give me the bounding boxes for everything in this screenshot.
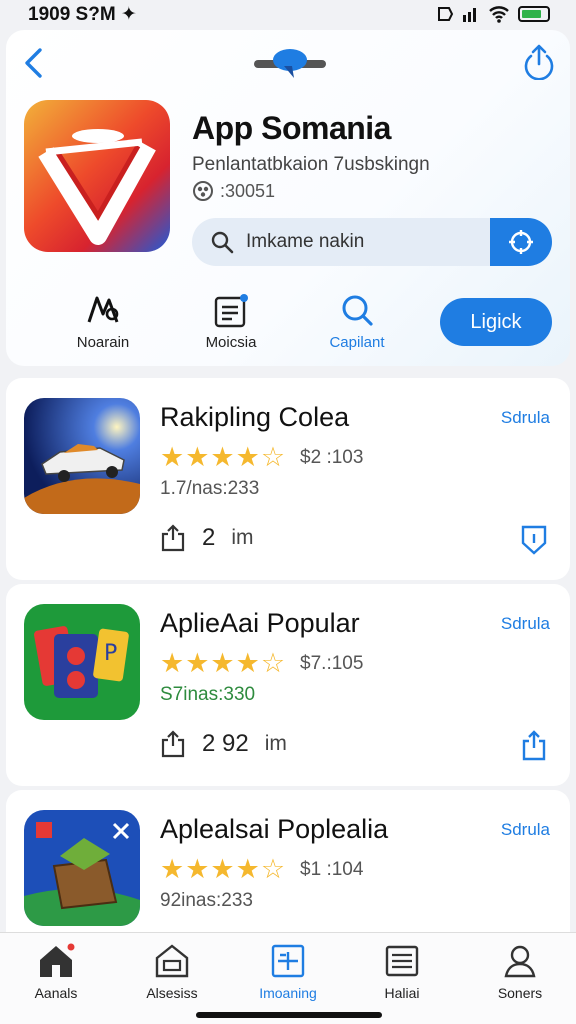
action-capilant[interactable]: Capilant (312, 292, 402, 351)
app-title: AplieAai Popular (160, 608, 360, 638)
star-rating: ★★★★☆ (160, 442, 287, 472)
app-stat: 92inas:233 (160, 890, 253, 911)
document-icon (214, 294, 248, 328)
app-logo-shape (38, 129, 156, 245)
app-title: Aplealsai Poplealia (160, 814, 389, 844)
app-thumbnail-car (24, 398, 140, 514)
app-tag-link[interactable]: Sdrula (501, 820, 550, 840)
store-icon (155, 944, 189, 978)
action-noarain[interactable]: Noarain (58, 292, 148, 351)
app-list-item[interactable]: P AplieAai Popular Sdrula ★★★★☆ $7.:105 … (6, 584, 570, 786)
tab-label: Haliai (384, 985, 420, 1001)
tab-label: Alsesiss (146, 985, 198, 1001)
share-icon[interactable] (522, 42, 556, 80)
action-label: Capilant (329, 334, 385, 351)
primary-action-button[interactable]: Ligick (440, 298, 552, 346)
grid-icon (271, 944, 305, 978)
wifi-icon (489, 6, 509, 23)
app-thumbnail-cards: P (24, 604, 140, 720)
profile-icon (504, 945, 536, 978)
app-price: $2 :103 (300, 446, 364, 468)
rating-row: ★★★★☆ $2 :103 (160, 442, 363, 473)
rating-row: ★★★★☆ $1 :104 (160, 854, 363, 885)
star-rating: ★★★★☆ (160, 648, 287, 678)
footer-count: 2 (202, 524, 216, 551)
tab-grid[interactable]: Imoaning (238, 943, 338, 1001)
status-time: 1909 S?M ✦ (28, 3, 137, 25)
svg-text:P: P (104, 641, 117, 666)
star-rating: ★★★★☆ (160, 854, 287, 884)
action-moicsia[interactable]: Moicsia (186, 292, 276, 351)
app-icon (24, 100, 170, 252)
share-icon[interactable] (160, 524, 186, 552)
app-header-card: App Somania Penlantatbkaion 7usbskingn :… (6, 30, 570, 366)
footer-count: 2 92 (202, 730, 249, 757)
app-title: App Somania (192, 110, 391, 146)
tab-label: Soners (497, 985, 543, 1001)
app-list-item[interactable]: Rakipling Colea Sdrula ★★★★☆ $2 :103 1.7… (6, 378, 570, 580)
share-icon[interactable] (520, 730, 548, 762)
card-footer: 2 im (160, 524, 254, 552)
search-input-text: Imkame nakin (246, 231, 365, 252)
action-label: Moicsia (205, 334, 257, 351)
app-stat: 1.7/nas:233 (160, 478, 260, 499)
card-footer: 2 92 im (160, 730, 287, 758)
status-icons (436, 5, 550, 23)
target-icon (509, 230, 533, 254)
app-title: Rakipling Colea (160, 402, 350, 432)
search-icon (211, 231, 234, 254)
search-input[interactable]: Imkame nakin (192, 218, 552, 266)
tab-label: Aanals (34, 985, 78, 1001)
app-price: $7.:105 (300, 652, 364, 674)
tab-home[interactable]: Aanals (6, 943, 106, 1001)
bottom-tab-bar: Aanals Alsesiss Imoaning Haliai Soners (0, 932, 576, 1024)
app-tag-link[interactable]: Sdrula (501, 408, 550, 428)
action-label: Noarain (76, 334, 130, 351)
home-icon (40, 943, 75, 977)
shield-icon[interactable] (520, 524, 548, 556)
notification-icon (438, 7, 454, 21)
app-meta-value: :30051 (220, 180, 276, 201)
back-chevron-icon[interactable] (20, 46, 48, 80)
tab-store[interactable]: Alsesiss (122, 943, 222, 1001)
tab-profile[interactable]: Soners (470, 943, 570, 1001)
status-bar: 1909 S?M ✦ (0, 0, 576, 28)
search-submit-button[interactable] (490, 218, 552, 266)
footer-unit: im (231, 526, 254, 549)
home-indicator[interactable] (196, 1012, 382, 1018)
app-price: $1 :104 (300, 858, 364, 880)
download-count-icon (193, 181, 213, 201)
app-meta: :30051 (192, 180, 275, 202)
rating-row: ★★★★☆ $7.:105 (160, 648, 363, 679)
app-thumbnail-chest (24, 810, 140, 926)
app-subtitle: Penlantatbkaion 7usbskingn (192, 154, 430, 175)
share-icon[interactable] (160, 730, 186, 758)
battery-icon (518, 6, 550, 22)
signal-icon (463, 8, 476, 22)
brand-logo-icon (254, 49, 326, 78)
list-icon (385, 945, 419, 977)
tab-label: Imoaning (259, 985, 317, 1001)
footer-unit: im (264, 732, 287, 755)
puzzle-icon (87, 296, 119, 323)
app-stat: S7inas:330 (160, 684, 256, 705)
tab-list[interactable]: Haliai (352, 943, 452, 1001)
app-tag-link[interactable]: Sdrula (501, 614, 550, 634)
header-action-row: Noarain Moicsia Capilant Ligick (6, 292, 570, 362)
search-icon (342, 295, 373, 326)
app-list-item[interactable]: Aplealsai Poplealia Sdrula ★★★★☆ $1 :104… (6, 790, 570, 950)
